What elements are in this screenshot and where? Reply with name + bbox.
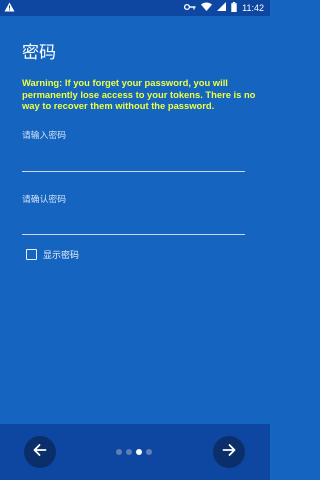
show-password-checkbox[interactable] — [26, 249, 37, 260]
status-time: 11:42 — [242, 3, 264, 13]
previous-button[interactable] — [24, 436, 56, 468]
password-input[interactable] — [22, 152, 245, 170]
key-icon — [184, 3, 196, 14]
page-indicator-dot — [136, 449, 142, 455]
bottom-nav-bar — [0, 424, 270, 480]
password-field-label: 请输入密码 — [22, 131, 66, 141]
page-indicator-dot — [116, 449, 122, 455]
confirm-password-field-label: 请确认密码 — [22, 195, 66, 205]
status-bar: 11:42 — [0, 0, 270, 16]
page-title: 密码 — [22, 43, 56, 63]
password-warning-text: Warning: If you forget your password, yo… — [22, 77, 256, 111]
page-indicator-dot — [146, 449, 152, 455]
show-password-label: 显示密码 — [43, 251, 80, 261]
password-underline — [22, 171, 245, 172]
arrow-left-icon — [32, 442, 48, 462]
signal-icon — [217, 2, 227, 14]
password-setup-screen: 密码 Warning: If you forget your password,… — [0, 16, 270, 424]
page-indicator-dot — [126, 449, 132, 455]
wifi-icon — [201, 2, 213, 14]
next-button[interactable] — [213, 436, 245, 468]
confirm-password-underline — [22, 234, 245, 235]
confirm-password-input[interactable] — [22, 215, 245, 233]
show-password-toggle[interactable]: 显示密码 — [26, 248, 79, 261]
battery-icon — [231, 1, 237, 15]
arrow-right-icon — [221, 442, 237, 462]
warning-icon — [4, 2, 15, 15]
page-indicator — [116, 449, 152, 455]
